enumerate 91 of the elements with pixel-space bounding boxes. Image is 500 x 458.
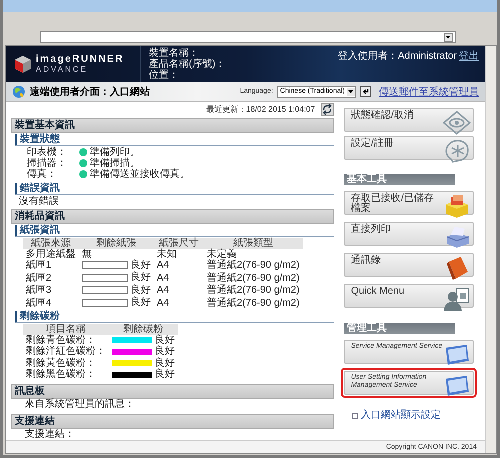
paper-gauge <box>82 298 128 307</box>
table-cell-text: A4 <box>156 272 170 285</box>
tool-button[interactable]: 通訊錄 <box>344 253 474 277</box>
brand-subtitle: ADVANCE <box>36 64 90 74</box>
table-cell: 良好 <box>155 369 175 380</box>
screen-icon <box>443 343 472 367</box>
table-cell: 良好 <box>131 260 151 271</box>
table-cell-text: 紙匣2 <box>25 272 53 285</box>
error-text: 沒有錯誤 <box>18 196 60 207</box>
column-header: 紙張來源 <box>23 238 79 249</box>
person-icon <box>443 287 472 311</box>
table-cell: 剩餘青色碳粉： <box>23 334 109 346</box>
logout-link[interactable]: 登出 <box>459 49 479 63</box>
section-header: 支援連結 <box>11 414 334 430</box>
table-cell-text: 普通紙2(76-90 g/m2) <box>206 272 301 284</box>
dropdown-icon <box>444 32 453 42</box>
table-cell-text: 剩餘黃色碳粉： <box>25 358 97 369</box>
table-cell: 良好 <box>131 284 151 296</box>
section-header: 訊息板 <box>11 384 334 400</box>
status-text: 準備掃描。 <box>90 158 140 169</box>
table-cell-text: 剩餘洋紅色碳粉： <box>25 346 107 358</box>
login-user-label: 登入使用者：Administrator <box>338 50 457 63</box>
paper-gauge <box>82 261 128 270</box>
table-cell: 多用途紙盤 <box>23 248 79 260</box>
eye-icon <box>443 111 472 135</box>
status-label: 印表機： <box>27 147 68 158</box>
table-cell: 良好 <box>155 358 175 369</box>
table-cell: 未知 <box>154 248 204 260</box>
group-header: 基本工具 <box>344 174 456 185</box>
support-text: 支援連結： <box>24 429 76 440</box>
table-cell-text: 紙匣1 <box>25 260 53 272</box>
table-cell: 良好 <box>131 297 151 308</box>
table-cell-text: 普通紙2(76-90 g/m2) <box>206 297 301 310</box>
section-header: 消耗品資訊 <box>11 208 334 224</box>
table-cell: 未定義 <box>204 248 303 260</box>
paper-gauge <box>82 274 128 282</box>
status-dot-icon <box>79 159 88 168</box>
tool-button[interactable]: 狀態確認/取消 <box>344 108 474 132</box>
square-bullet-icon <box>352 412 358 418</box>
status-label: 掃描器： <box>27 158 68 169</box>
brand-name: imageRUNNER <box>36 54 124 64</box>
status-text: 準備列印。 <box>90 147 140 158</box>
status-dot-icon <box>79 148 88 157</box>
tool-button[interactable]: Quick Menu <box>344 284 474 308</box>
refresh-button[interactable] <box>321 103 334 116</box>
page-title: 遠端使用者介面：入口網站 <box>30 86 151 98</box>
cube-logo-icon <box>14 54 32 74</box>
status-text: 準備傳送並接收傳真。 <box>90 169 190 180</box>
paper-gauge <box>82 286 128 294</box>
table-cell: 良好 <box>131 272 151 284</box>
screen-icon <box>443 374 472 398</box>
table-cell-text: A4 <box>156 260 170 272</box>
table-cell: 良好 <box>155 334 175 346</box>
go-button[interactable] <box>360 86 371 97</box>
mail-admin-link[interactable]: 傳送郵件至系統管理員 <box>379 84 479 98</box>
message-text: 來自系統管理員的訊息： <box>24 399 136 410</box>
table-cell-text: A4 <box>156 297 170 310</box>
table-cell: 良好 <box>155 346 175 358</box>
device-field-label: 位置： <box>149 70 180 81</box>
device-field-label: 產品名稱(序號)： <box>149 59 227 70</box>
table-cell-text: 紙匣4 <box>25 297 53 310</box>
last-updated-text: 最近更新：18/02 2015 1:04:07 <box>206 104 316 115</box>
refresh-icon <box>322 104 334 115</box>
address-field[interactable] <box>40 31 456 43</box>
asterisk-icon <box>443 139 472 163</box>
column-header: 剩餘紙張 <box>79 238 154 249</box>
column-header: 項目名稱 <box>23 324 109 335</box>
column-header: 紙張尺寸 <box>154 238 204 249</box>
tool-button[interactable]: 存取已接收/已儲存檔案 <box>344 191 474 215</box>
dropdown-icon <box>347 88 355 96</box>
table-cell-text: 紙匣3 <box>25 284 53 298</box>
status-label: 傳真： <box>27 169 58 180</box>
portal-settings-link[interactable]: 入口網站顯示設定 <box>361 410 442 421</box>
tool-button[interactable]: 直接列印 <box>344 222 474 246</box>
section-header: 裝置基本資訊 <box>11 118 334 133</box>
table-cell-text: 普通紙2(76-90 g/m2) <box>206 284 301 298</box>
status-dot-icon <box>79 170 88 179</box>
column-header: 剩餘碳粉 <box>109 324 178 335</box>
scrollbar[interactable] <box>485 46 496 453</box>
globe-icon <box>12 84 26 98</box>
subsection-header: 錯誤資訊 <box>15 182 334 195</box>
table-cell-text: A4 <box>156 284 170 298</box>
table-cell-text: 普通紙2(76-90 g/m2) <box>206 260 301 272</box>
table-cell: 無 <box>82 248 92 260</box>
group-header: 管理工具 <box>344 323 456 334</box>
device-field-label: 裝置名稱： <box>149 48 199 59</box>
table-cell-text: 剩餘黑色碳粉： <box>25 369 97 381</box>
subsection-header: 裝置狀態 <box>15 134 334 146</box>
tool-button[interactable]: 設定/註冊 <box>344 136 474 160</box>
column-header: 紙張類型 <box>204 238 303 249</box>
return-arrow-icon <box>361 87 370 96</box>
